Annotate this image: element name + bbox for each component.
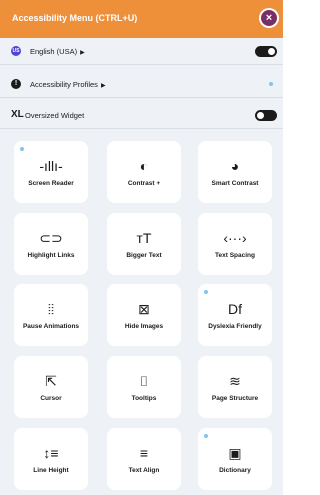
xl-icon: XL [11,109,24,120]
language-toggle[interactable] [255,46,277,57]
feature-card-cursor[interactable]: ⇱ Cursor [14,356,88,418]
feature-card-bigger-text[interactable]: тT Bigger Text [107,213,181,275]
feature-card-dyslexia-friendly[interactable]: Df Dyslexia Friendly [198,284,272,346]
waveform-icon: -ıllı- [39,158,63,174]
feature-card-page-structure[interactable]: ≋ Page Structure [198,356,272,418]
feature-label: Line Height [33,467,69,474]
feature-card-smart-contrast[interactable]: ◕ Smart Contrast [198,141,272,203]
tooltip-icon: ⌷ [139,373,149,389]
feature-label: Highlight Links [27,252,75,259]
feature-label: Pause Animations [22,323,80,330]
language-row[interactable]: US English (USA) ▶ [0,38,283,65]
language-label: English (USA) ▶ [30,47,85,56]
caret-right-icon: ▶ [100,83,106,89]
caret-right-icon: ▶ [80,50,85,56]
text-align-icon: ≡ [139,445,149,461]
hide-images-icon: ⊠ [138,301,150,317]
feature-card-screen-reader[interactable]: -ıllı- Screen Reader [14,141,88,203]
feature-card-hide-images[interactable]: ⊠ Hide Images [107,284,181,346]
text-spacing-icon: ‹···› [223,230,247,246]
feature-label: Page Structure [211,395,259,402]
close-button[interactable]: × [259,8,279,28]
link-icon: ⊂⊃ [39,230,63,246]
feature-label: Dyslexia Friendly [208,323,262,330]
feature-card-contrast[interactable]: ◐ Contrast + [107,141,181,203]
contrast-icon: ◐ [139,158,149,174]
active-dot-icon [204,434,208,438]
dyslexia-icon: Df [228,301,242,317]
cursor-icon: ⇱ [45,373,57,389]
feature-card-line-height[interactable]: ↕≡ Line Height [14,428,88,490]
feature-label: Text Spacing [215,252,255,259]
oversized-widget-row[interactable]: XL Oversized Widget [0,102,283,129]
active-dot-icon [204,290,208,294]
profiles-label: Accessibility Profiles ▶ [30,80,106,89]
toggle-knob [257,112,264,119]
info-dot-icon [269,82,273,86]
feature-label: Hide Images [124,323,164,330]
feature-label: Text Align [128,467,160,474]
toggle-knob [268,48,275,55]
feature-label: Smart Contrast [211,180,259,187]
feature-card-tooltips[interactable]: ⌷ Tooltips [107,356,181,418]
feature-card-highlight-links[interactable]: ⊂⊃ Highlight Links [14,213,88,275]
active-dot-icon [20,147,24,151]
feature-grid: -ıllı- Screen Reader ◐ Contrast + ◕ Smart Con… [14,141,283,495]
feature-label: Bigger Text [126,252,162,259]
accessibility-panel: Accessibility Menu (CTRL+U) × US English… [0,0,283,495]
feature-label: Tooltips [131,395,157,402]
oversized-toggle[interactable] [255,110,277,121]
page-structure-icon: ≋ [229,373,241,389]
feature-card-text-spacing[interactable]: ‹···› Text Spacing [198,213,272,275]
dictionary-icon: ▣ [228,445,242,461]
feature-card-dictionary[interactable]: ▣ Dictionary [198,428,272,490]
profiles-row[interactable]: ! Accessibility Profiles ▶ [0,71,283,98]
menu-title: Accessibility Menu (CTRL+U) [12,13,138,23]
feature-card-text-align[interactable]: ≡ Text Align [107,428,181,490]
close-icon: × [261,10,277,26]
menu-header: Accessibility Menu (CTRL+U) × [0,0,283,38]
us-flag-icon: US [11,46,21,56]
info-icon: ! [11,79,21,89]
feature-label: Dictionary [219,467,251,474]
feature-label: Contrast + [127,180,161,187]
line-height-icon: ↕≡ [43,445,59,461]
pause-icon: ⦙⦙ [47,301,55,317]
bigger-text-icon: тT [136,230,152,246]
smart-contrast-icon: ◕ [230,158,240,174]
feature-label: Cursor [40,395,62,402]
feature-card-pause-animations[interactable]: ⦙⦙ Pause Animations [14,284,88,346]
feature-label: Screen Reader [28,180,74,187]
oversized-label: Oversized Widget [25,111,85,120]
